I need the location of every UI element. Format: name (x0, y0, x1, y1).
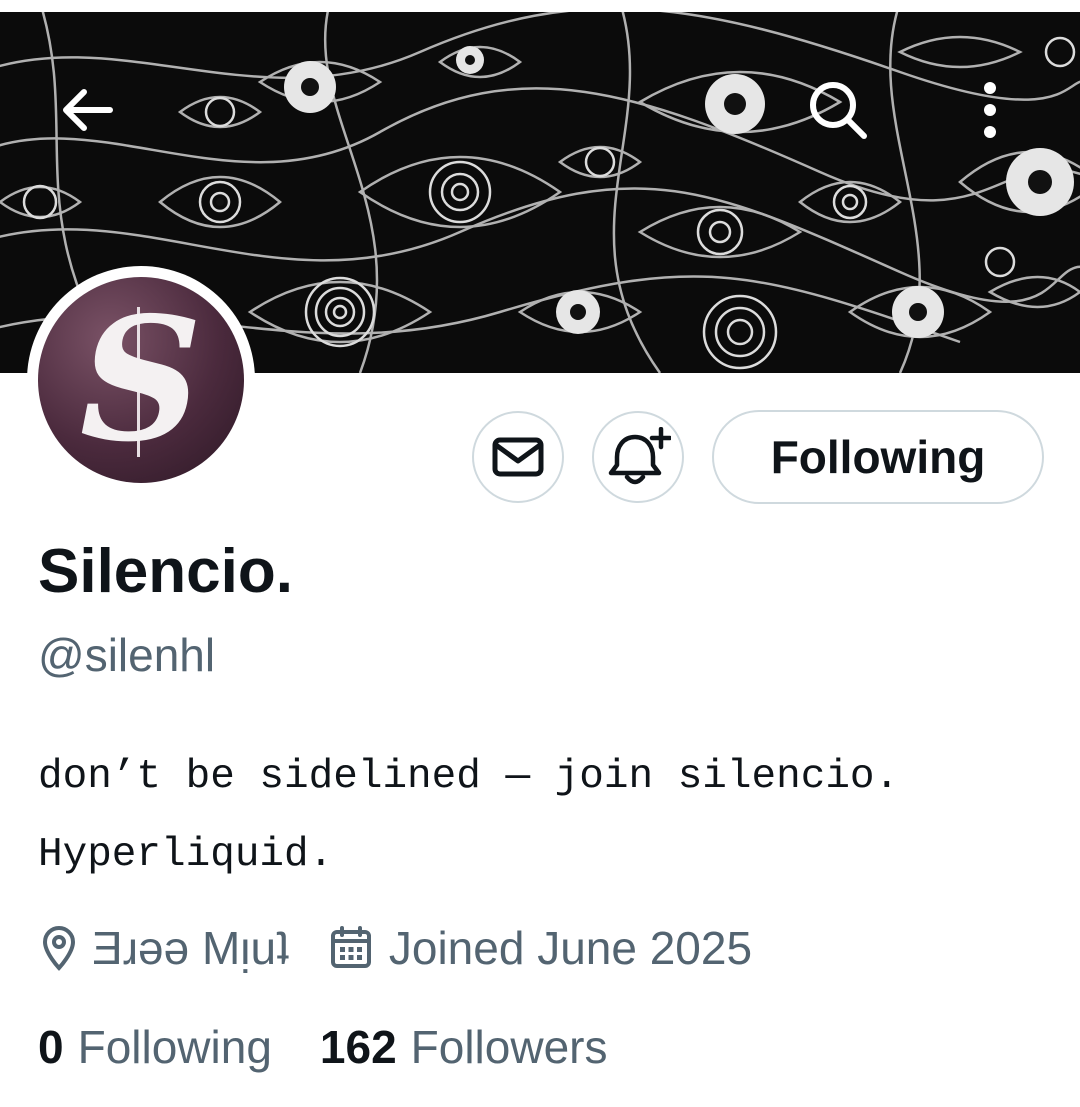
following-button[interactable]: Following (712, 410, 1044, 504)
location: Ǝɹǝǝ Mᴉuʇ (40, 921, 289, 975)
follow-stats: 0 Following 162 Followers (38, 1020, 607, 1074)
display-name: Silencio. (38, 537, 293, 606)
avatar[interactable]: S (27, 266, 255, 494)
back-button[interactable] (44, 72, 128, 148)
join-date: Joined June 2025 (329, 921, 752, 975)
search-button[interactable] (796, 72, 880, 148)
avatar-letter: S (79, 280, 203, 480)
followers-label: Followers (410, 1021, 608, 1073)
bell-plus-icon (608, 427, 671, 485)
user-handle: @silenhl (38, 629, 216, 681)
followers-count-link[interactable]: 162 Followers (320, 1020, 608, 1074)
following-count: 0 (38, 1021, 64, 1073)
message-button[interactable] (472, 411, 564, 503)
envelope-icon (492, 437, 544, 477)
notifications-button[interactable] (592, 411, 684, 503)
more-options-button[interactable] (950, 72, 1030, 148)
avatar-image: S (38, 277, 244, 483)
followers-count: 162 (319, 1021, 397, 1073)
following-label: Following (77, 1021, 272, 1073)
bio-line: Hyperliquid. (38, 832, 334, 878)
following-count-link[interactable]: 0 Following (38, 1020, 272, 1074)
more-vertical-icon (984, 82, 996, 138)
location-pin-icon (42, 926, 76, 971)
profile-bio: don’t be sidelined — join silencio. Hype… (38, 738, 1058, 894)
join-date-text: Joined June 2025 (388, 922, 753, 974)
search-icon (810, 82, 867, 139)
location-text: Ǝɹǝǝ Mᴉuʇ (92, 922, 289, 974)
calendar-icon (330, 926, 371, 968)
profile-meta: Ǝɹǝǝ Mᴉuʇ Joined June 2025 (40, 918, 752, 978)
bio-line: don’t be sidelined — join silencio. (38, 754, 900, 800)
arrow-left-icon (63, 89, 113, 131)
